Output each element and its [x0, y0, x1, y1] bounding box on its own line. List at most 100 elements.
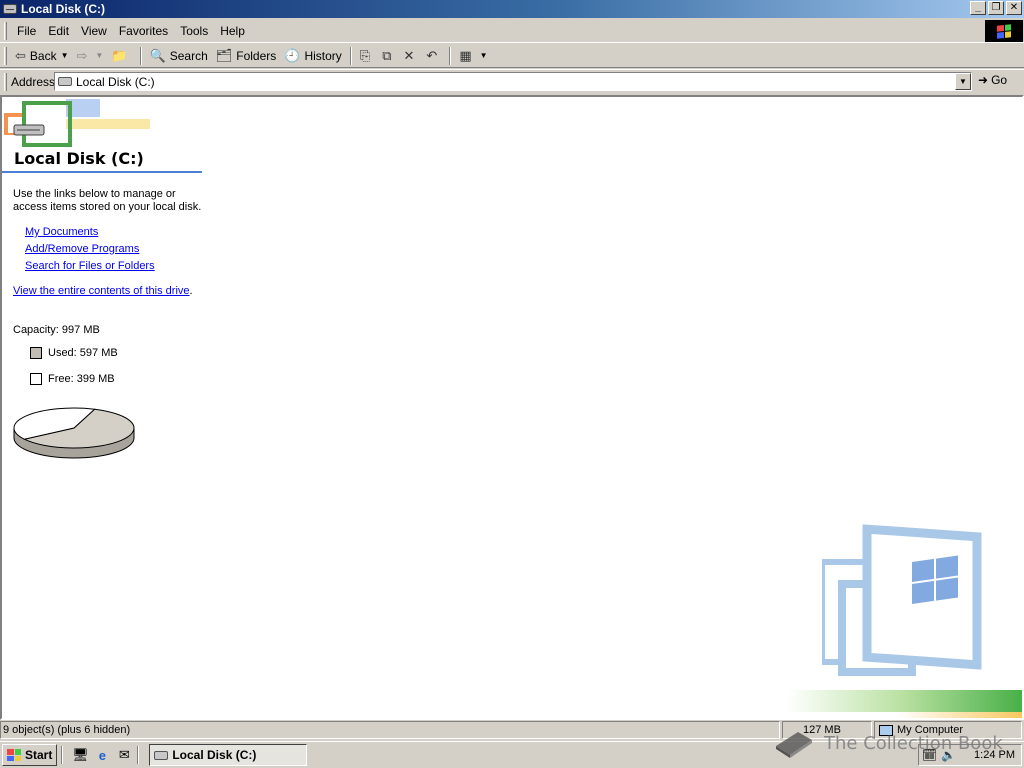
address-dropdown-icon[interactable]: ▼: [955, 73, 971, 90]
drive-icon: [58, 77, 72, 86]
address-value: Local Disk (C:): [76, 74, 155, 89]
back-dropdown-icon[interactable]: ▼: [61, 51, 69, 60]
address-input[interactable]: Local Disk (C:) ▼: [54, 72, 972, 91]
status-bar: 9 object(s) (plus 6 hidden) 127 MB My Co…: [0, 721, 1024, 740]
taskbar-button-local-disk[interactable]: Local Disk (C:): [149, 744, 308, 766]
go-button[interactable]: ➜ Go: [978, 73, 1007, 87]
my-computer-icon: [879, 724, 893, 736]
folders-button[interactable]: 🗂 Folders: [212, 46, 281, 66]
views-icon: ▦: [459, 47, 472, 63]
header-decoration-art: [4, 99, 150, 147]
drive-icon: [154, 750, 169, 760]
folders-icon: 🗂: [215, 47, 233, 63]
legend-free: Free: 399 MB: [30, 373, 115, 385]
toolbar-separator: [139, 46, 142, 65]
status-objects: 9 object(s) (plus 6 hidden): [0, 721, 780, 739]
scheduler-icon[interactable]: 🗓: [922, 748, 937, 762]
forward-button[interactable]: ⇨ ▼: [73, 46, 108, 66]
windows-logo-throbber: [985, 20, 1023, 42]
outlook-express-icon[interactable]: ✉: [115, 746, 133, 764]
toolbar-grip[interactable]: [4, 46, 7, 65]
used-swatch: [30, 347, 42, 359]
back-button[interactable]: ⇦ Back ▼: [11, 46, 73, 66]
free-label: Free: 399 MB: [48, 373, 115, 385]
caption-buttons: _ ❐ ✕: [970, 1, 1022, 15]
history-icon: 🕘: [284, 47, 301, 63]
description-text: Use the links below to manage or access …: [13, 188, 202, 213]
status-zone: My Computer: [874, 721, 1022, 739]
menu-grip[interactable]: [4, 21, 7, 40]
title-divider: [2, 171, 202, 173]
windows-branding-art: [822, 524, 982, 676]
start-button[interactable]: Start: [2, 744, 58, 766]
menu-favorites[interactable]: Favorites: [113, 24, 174, 38]
undo-button[interactable]: ↶: [422, 46, 445, 66]
search-button[interactable]: 🔍 Search: [146, 46, 212, 66]
page-title: Local Disk (C:): [14, 149, 144, 168]
up-folder-icon: 📁: [111, 47, 128, 63]
go-arrow-icon: ➜: [978, 73, 989, 87]
address-label: Address: [11, 74, 56, 89]
branding-stripe: [787, 690, 1022, 718]
address-grip[interactable]: [4, 72, 7, 91]
menu-tools[interactable]: Tools: [174, 24, 214, 38]
close-button[interactable]: ✕: [1006, 1, 1022, 15]
views-button[interactable]: ▦ ▼: [455, 46, 491, 66]
move-to-button[interactable]: ⎘: [356, 46, 378, 66]
windows-flag-icon: [997, 23, 1011, 39]
minimize-button[interactable]: _: [970, 1, 986, 15]
back-arrow-icon: ⇦: [15, 47, 26, 63]
search-label: Search: [169, 48, 208, 63]
link-view-entire-contents[interactable]: View the entire contents of this drive: [13, 285, 190, 297]
internet-explorer-icon[interactable]: e: [93, 746, 111, 764]
delete-icon: ✕: [403, 47, 415, 63]
back-label: Back: [29, 48, 57, 63]
drive-icon: [3, 4, 17, 14]
standard-toolbar: ⇦ Back ▼ ⇨ ▼ 📁 🔍 Search 🗂 Folders 🕘 Hist…: [0, 44, 1024, 68]
menu-edit[interactable]: Edit: [42, 24, 75, 38]
clock[interactable]: 1:24 PM: [974, 749, 1015, 761]
restore-button[interactable]: ❐: [988, 1, 1004, 15]
disk-usage-pie: [13, 407, 135, 459]
legend-used: Used: 597 MB: [30, 347, 118, 359]
search-icon: 🔍: [149, 47, 166, 63]
move-to-icon: ⎘: [359, 47, 371, 63]
toolbar-separator: [449, 46, 452, 65]
taskbar-separator: [137, 746, 140, 764]
taskbar-button-label: Local Disk (C:): [172, 748, 257, 762]
history-button[interactable]: 🕘 History: [280, 46, 346, 66]
status-zone-label: My Computer: [897, 724, 964, 736]
menu-bar: File Edit View Favorites Tools Help: [0, 19, 1024, 43]
folder-view: Local Disk (C:) Use the links below to m…: [0, 95, 1024, 720]
folders-label: Folders: [236, 48, 277, 63]
view-contents-line: View the entire contents of this drive.: [13, 285, 193, 297]
forward-dropdown-icon[interactable]: ▼: [95, 51, 103, 60]
views-dropdown-icon[interactable]: ▼: [480, 51, 488, 60]
forward-arrow-icon: ⇨: [76, 47, 88, 63]
link-search-files[interactable]: Search for Files or Folders: [25, 260, 155, 272]
toolbar-separator: [349, 46, 352, 65]
start-label: Start: [25, 748, 53, 762]
show-desktop-icon[interactable]: 🖥: [71, 746, 89, 764]
free-swatch: [30, 373, 42, 385]
title-bar[interactable]: Local Disk (C:) _ ❐ ✕: [0, 0, 1024, 18]
copy-to-button[interactable]: ⧉: [378, 46, 399, 66]
menu-file[interactable]: File: [11, 24, 42, 38]
system-tray: 🗓 🔈 1:24 PM: [918, 744, 1022, 766]
link-my-documents[interactable]: My Documents: [25, 226, 98, 238]
go-label: Go: [991, 73, 1008, 87]
undo-icon: ↶: [426, 47, 438, 63]
volume-icon[interactable]: 🔈: [941, 748, 956, 762]
menu-view[interactable]: View: [75, 24, 113, 38]
history-label: History: [304, 48, 342, 63]
menu-help[interactable]: Help: [214, 24, 251, 38]
capacity-label: Capacity: 997 MB: [13, 324, 100, 336]
address-bar: Address Local Disk (C:) ▼ ➜ Go: [0, 69, 1024, 93]
taskbar-separator: [61, 746, 64, 764]
link-add-remove-programs[interactable]: Add/Remove Programs: [25, 243, 139, 255]
taskbar: Start 🖥 e ✉ Local Disk (C:) 🗓 🔈 1:24 PM: [0, 741, 1024, 768]
copy-to-icon: ⧉: [382, 47, 392, 63]
delete-button[interactable]: ✕: [400, 46, 423, 66]
window-title: Local Disk (C:): [21, 2, 106, 16]
up-button[interactable]: 📁: [107, 46, 135, 66]
